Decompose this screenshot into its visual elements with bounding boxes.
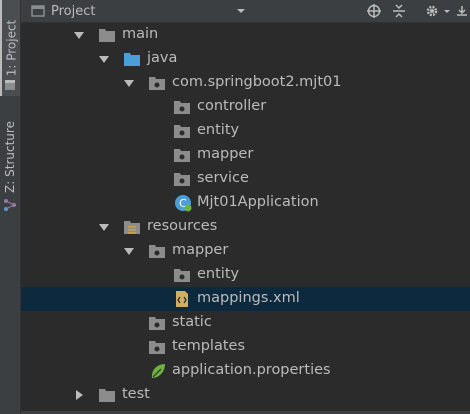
tree-node-resources[interactable]: resources [21,215,470,239]
tree-label: mapper [197,146,254,162]
package-icon [174,269,190,282]
spring-leaf-icon [151,364,165,378]
tree-node-entity[interactable]: entity [21,119,470,143]
tree-node-test[interactable]: test [21,383,470,407]
tree-node-res-mapper[interactable]: mapper [21,239,470,263]
tree-node-app-class[interactable]: C Mjt01Application [21,191,470,215]
package-icon [174,173,190,186]
tree-label: service [197,170,249,186]
folder-icon [99,29,115,42]
tree-node-mapper[interactable]: mapper [21,143,470,167]
project-view-title[interactable]: Project [51,4,95,19]
expanded-arrow-icon[interactable] [98,221,110,233]
tree-node-controller[interactable]: controller [21,95,470,119]
tree-node-service[interactable]: service [21,167,470,191]
crosshair-icon[interactable] [366,3,382,19]
tree-node-app-properties[interactable]: application.properties [21,359,470,383]
resources-folder-icon [124,221,140,234]
gear-dropdown-icon[interactable] [442,3,452,19]
gear-icon[interactable] [424,3,440,19]
package-icon [149,245,165,258]
tree-label: test [122,386,150,402]
tree-label: Mjt01Application [197,194,319,210]
tree-label: main [122,26,159,42]
tree-label: entity [197,122,240,138]
package-icon [174,125,190,138]
expanded-arrow-icon[interactable] [73,29,85,41]
tree-node-java[interactable]: java [21,47,470,71]
tree-label: entity [197,266,240,282]
tool-window-stripe: 1: Project Z: Structure [0,0,21,414]
package-icon [149,317,165,330]
xml-file-icon [176,291,188,307]
spring-boot-icon: C [175,195,192,212]
expanded-arrow-icon[interactable] [123,77,135,89]
project-tree: main java com.springboot2.mjt01 controll… [21,23,470,414]
collapse-icon[interactable] [391,3,407,19]
project-header: Project [21,0,470,23]
tree-node-package[interactable]: com.springboot2.mjt01 [21,71,470,95]
hide-icon[interactable] [454,3,470,19]
tree-node-mappings-xml[interactable]: mappings.xml [21,287,470,311]
project-tab-label: 1: Project [4,19,18,77]
tree-label: resources [147,218,218,234]
project-tab-icon [5,80,15,90]
folder-icon [99,389,115,402]
chevron-down-icon[interactable] [231,4,251,18]
package-icon [174,149,190,162]
tree-node-res-mapper-entity[interactable]: entity [21,263,470,287]
tree-label: static [172,314,212,330]
tree-node-templates[interactable]: templates [21,335,470,359]
tree-label: com.springboot2.mjt01 [172,74,342,90]
source-folder-icon [124,53,140,66]
tree-node-main[interactable]: main [21,23,470,47]
structure-tab-label: Z: Structure [3,121,17,193]
package-icon [174,101,190,114]
tree-node-static[interactable]: static [21,311,470,335]
project-icon [31,5,45,17]
structure-tab-icon [4,199,16,211]
tree-label: templates [172,338,246,354]
expanded-arrow-icon[interactable] [123,245,135,257]
expanded-arrow-icon[interactable] [98,53,110,65]
package-icon [149,341,165,354]
tree-label: mapper [172,242,229,258]
tree-label: application.properties [172,362,331,378]
tree-label: controller [197,98,267,114]
tree-label: mappings.xml [197,290,300,306]
package-icon [149,77,165,90]
tree-label: java [147,50,178,66]
structure-tool-tab[interactable]: Z: Structure [0,112,20,202]
collapsed-arrow-icon[interactable] [73,389,85,401]
